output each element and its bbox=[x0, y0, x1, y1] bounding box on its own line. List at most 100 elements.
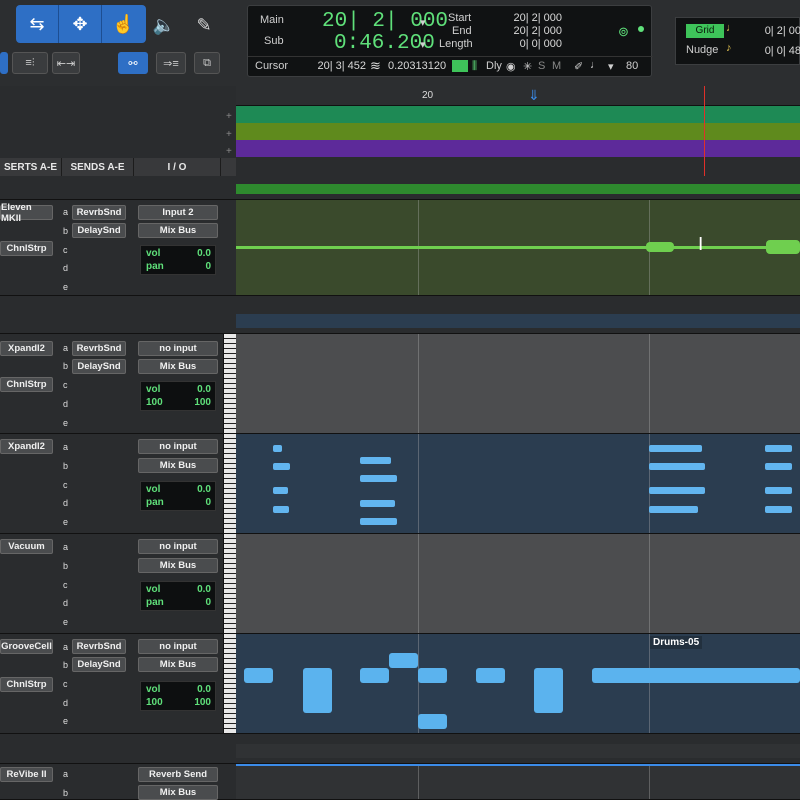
input-selector[interactable]: no input bbox=[138, 539, 218, 554]
drum-hit[interactable] bbox=[534, 668, 563, 713]
chevron-down-icon[interactable]: ▾ bbox=[420, 16, 426, 29]
playhead-marker-icon[interactable]: ⇓ bbox=[528, 88, 542, 104]
marker-lane-green[interactable] bbox=[236, 106, 800, 123]
midi-note[interactable] bbox=[649, 487, 705, 494]
tempo-value[interactable]: 80 bbox=[626, 60, 638, 72]
output-selector[interactable]: Mix Bus bbox=[138, 223, 218, 238]
vol-pan-display[interactable]: vol 0.0 pan 0 bbox=[140, 581, 216, 611]
online-icon[interactable]: ⊚ bbox=[618, 24, 629, 40]
midi-note[interactable] bbox=[765, 506, 792, 513]
bars-beats-ruler[interactable]: 20 ⇓ bbox=[236, 86, 800, 106]
midi-note[interactable] bbox=[765, 445, 792, 452]
countoff-icon[interactable]: ✳ bbox=[523, 60, 532, 73]
nudge-label[interactable]: Nudge bbox=[686, 44, 718, 56]
output-selector[interactable]: Mix Bus bbox=[138, 558, 218, 573]
vol-pan-display[interactable]: vol 0.0 pan 0 bbox=[140, 481, 216, 511]
send-slot-b[interactable]: DelaySnd bbox=[72, 657, 126, 672]
solo-label[interactable]: S bbox=[538, 60, 545, 72]
output-selector[interactable]: Mix Bus bbox=[138, 657, 218, 672]
midi-note[interactable] bbox=[273, 506, 289, 513]
aux-track-lane[interactable] bbox=[236, 764, 800, 800]
vol-pan-display[interactable]: vol 0.0 100 100 bbox=[140, 381, 216, 411]
drum-hit[interactable] bbox=[244, 668, 273, 683]
midi-note[interactable] bbox=[360, 457, 391, 464]
input-selector[interactable]: no input bbox=[138, 639, 218, 654]
midi-note[interactable] bbox=[360, 518, 397, 525]
piano-keyboard[interactable] bbox=[223, 534, 236, 633]
end-value[interactable]: 20| 2| 000 bbox=[498, 25, 562, 37]
pencil-icon[interactable]: ✎ bbox=[190, 10, 218, 40]
insert-slot-a[interactable]: Eleven MKII bbox=[0, 202, 53, 224]
link-timeline-icon[interactable]: ⚯ bbox=[118, 52, 148, 74]
output-selector[interactable]: Mix Bus bbox=[138, 458, 218, 473]
midi-note[interactable] bbox=[360, 500, 395, 507]
nudge-value[interactable]: 0| 0| 48 bbox=[751, 45, 800, 57]
midi-note[interactable] bbox=[649, 445, 702, 452]
start-value[interactable]: 20| 2| 000 bbox=[498, 12, 562, 24]
midi-track-lane[interactable] bbox=[236, 534, 800, 634]
shuffle-mode-icon[interactable]: ⇆ bbox=[16, 5, 59, 43]
vol-pan-display[interactable]: vol 0.0 100 100 bbox=[140, 681, 216, 711]
midi-note[interactable] bbox=[649, 506, 698, 513]
vol-pan-display[interactable]: vol 0.0 pan 0 bbox=[140, 245, 216, 275]
grid-button[interactable]: Grid bbox=[686, 24, 724, 38]
drum-hit[interactable] bbox=[418, 668, 447, 683]
input-selector[interactable]: Input 2 bbox=[138, 205, 218, 220]
delay-icon[interactable]: ⫼ bbox=[472, 60, 477, 73]
midi-note[interactable] bbox=[649, 463, 705, 470]
grabber-tool-icon[interactable]: ☝ bbox=[102, 5, 145, 43]
metronome-icon[interactable]: ◉ bbox=[506, 60, 516, 73]
drum-hit[interactable] bbox=[476, 668, 505, 683]
midi-region[interactable] bbox=[236, 434, 800, 534]
insert-slot-a[interactable]: GrooveCell bbox=[0, 639, 53, 654]
link-track-icon[interactable]: ⇒≡ bbox=[156, 52, 186, 74]
piano-keyboard[interactable] bbox=[223, 434, 236, 533]
input-selector[interactable]: no input bbox=[138, 341, 218, 356]
marker-lane-olive[interactable] bbox=[236, 123, 800, 140]
add-marker-icon[interactable]: + bbox=[226, 111, 232, 122]
insert-slot-a[interactable]: Xpandl2 bbox=[0, 439, 53, 454]
conductor-icon[interactable]: ✐ bbox=[574, 60, 583, 73]
mirror-midi-icon[interactable]: ⧉ bbox=[194, 52, 220, 74]
insert-slot-b[interactable]: ChnlStrp bbox=[0, 677, 53, 692]
audio-region[interactable]: Ⅰ bbox=[236, 200, 800, 296]
send-slot-a[interactable]: RevrbSnd bbox=[72, 205, 126, 220]
drum-hit[interactable] bbox=[592, 668, 800, 683]
midi-note[interactable] bbox=[273, 463, 290, 470]
midi-note[interactable] bbox=[765, 487, 792, 494]
send-slot-b[interactable]: DelaySnd bbox=[72, 359, 126, 374]
insert-slot-a[interactable]: ReVibe II bbox=[0, 767, 53, 782]
midi-input-icon[interactable] bbox=[452, 60, 468, 72]
grid-value[interactable]: 0| 2| 00 bbox=[751, 25, 800, 37]
send-slot-a[interactable]: RevrbSnd bbox=[72, 341, 126, 356]
output-selector[interactable]: Mix Bus bbox=[138, 785, 218, 800]
speaker-icon[interactable]: 🔈 bbox=[150, 10, 178, 40]
midi-note[interactable] bbox=[273, 487, 288, 494]
edit-option-1[interactable] bbox=[0, 52, 8, 74]
drum-hit[interactable] bbox=[303, 668, 332, 713]
drum-hit[interactable] bbox=[389, 653, 418, 668]
add-marker-icon[interactable]: + bbox=[226, 146, 232, 157]
insert-slot-b[interactable]: ChnlStrp bbox=[0, 241, 53, 256]
chevron-down-icon[interactable]: ▾ bbox=[608, 60, 614, 73]
midi-note[interactable] bbox=[765, 463, 792, 470]
drum-hit[interactable] bbox=[360, 668, 389, 683]
chevron-down-icon[interactable]: ▾ bbox=[420, 38, 426, 51]
drum-hit[interactable] bbox=[418, 714, 447, 729]
input-selector[interactable]: Reverb Send bbox=[138, 767, 218, 782]
piano-keyboard[interactable] bbox=[223, 334, 236, 433]
marker-lane-purple[interactable] bbox=[236, 140, 800, 157]
insert-slot-a[interactable]: Vacuum bbox=[0, 539, 53, 554]
output-selector[interactable]: Mix Bus bbox=[138, 359, 218, 374]
midi-region[interactable]: Drums-05 bbox=[236, 634, 800, 734]
send-slot-b[interactable]: DelaySnd bbox=[72, 223, 126, 238]
zoom-toggle-icon[interactable]: ≡⫶ bbox=[12, 52, 48, 74]
insert-slot-a[interactable]: Xpandl2 bbox=[0, 341, 53, 356]
piano-keyboard[interactable] bbox=[223, 634, 236, 733]
tab-to-transient-icon[interactable]: ⇤⇥ bbox=[52, 52, 80, 74]
midi-track-lane[interactable] bbox=[236, 334, 800, 434]
slip-mode-icon[interactable]: ✥ bbox=[59, 5, 102, 43]
length-value[interactable]: 0| 0| 000 bbox=[498, 38, 562, 50]
main-counter-value[interactable]: 20| 2| 000 bbox=[322, 10, 448, 33]
midi-note[interactable] bbox=[273, 445, 282, 452]
